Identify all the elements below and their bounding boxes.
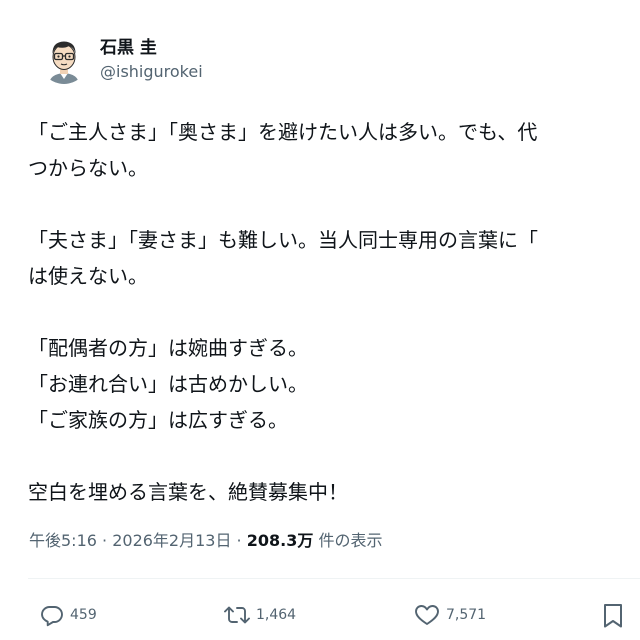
tweet-paragraph: 空白を埋める言葉を、絶賛募集中！ [28,474,640,510]
avatar-illustration-icon [40,36,88,84]
tweet-line: つからない。 [28,156,148,180]
tweet-line: 「ご主人さま」「奥さま」を避けたい人は多い。でも、代 [28,120,538,144]
retweet-arrows-icon [224,606,250,624]
tweet-paragraph: 「配偶者の方」は婉曲すぎる。 「お連れ合い」は古めかしい。 「ご家族の方」は広す… [28,330,640,438]
retweet-button[interactable]: 1,464 [224,603,296,627]
reply-button[interactable]: 459 [40,603,97,627]
tweet-time[interactable]: 午後5:16 [29,531,97,550]
bookmark-icon [604,604,622,628]
author-names: 石黒 圭 @ishigurokei [100,37,203,83]
views-count[interactable]: 208.3万 [247,531,314,550]
retweet-count: 1,464 [256,607,297,623]
tweet-date[interactable]: 2026年2月13日 [112,531,231,550]
tweet-line: 「配偶者の方」は婉曲すぎる。 [28,336,308,360]
tweet-line: 「ご家族の方」は広すぎる。 [28,408,288,432]
tweet-text: 「ご主人さま」「奥さま」を避けたい人は多い。でも、代 つからない。 「夫さま」「… [28,114,640,546]
tweet-line: 「夫さま」「妻さま」も難しい。当人同士専用の言葉に「 [28,228,538,252]
speech-bubble-icon [41,606,63,627]
action-bar: 459 1,464 7,571 [0,603,640,629]
reply-count: 459 [70,607,97,623]
heart-icon [415,605,439,625]
bookmark-button[interactable] [602,603,624,629]
user-handle[interactable]: @ishigurokei [100,61,203,83]
like-button[interactable]: 7,571 [414,603,486,627]
meta-separator: · [96,531,113,550]
tweet-line: は使えない。 [28,264,148,288]
tweet-paragraph: 「夫さま」「妻さま」も難しい。当人同士専用の言葉に「 は使えない。 [28,222,640,294]
like-count: 7,571 [446,607,487,623]
meta-separator: · [231,531,247,550]
tweet-line: 「お連れ合い」は古めかしい。 [28,372,308,396]
views-label: 件の表示 [313,531,383,550]
avatar[interactable] [40,36,88,84]
display-name[interactable]: 石黒 圭 [100,37,203,59]
tweet-line: 空白を埋める言葉を、絶賛募集中！ [28,480,348,504]
tweet-meta: 午後5:16 · 2026年2月13日 · 208.3万 件の表示 [29,530,382,552]
divider [28,578,640,579]
tweet-paragraph: 「ご主人さま」「奥さま」を避けたい人は多い。でも、代 つからない。 [28,114,640,186]
tweet-header: 石黒 圭 @ishigurokei [40,36,203,84]
tweet: 石黒 圭 @ishigurokei 「ご主人さま」「奥さま」を避けたい人は多い。… [0,0,640,640]
